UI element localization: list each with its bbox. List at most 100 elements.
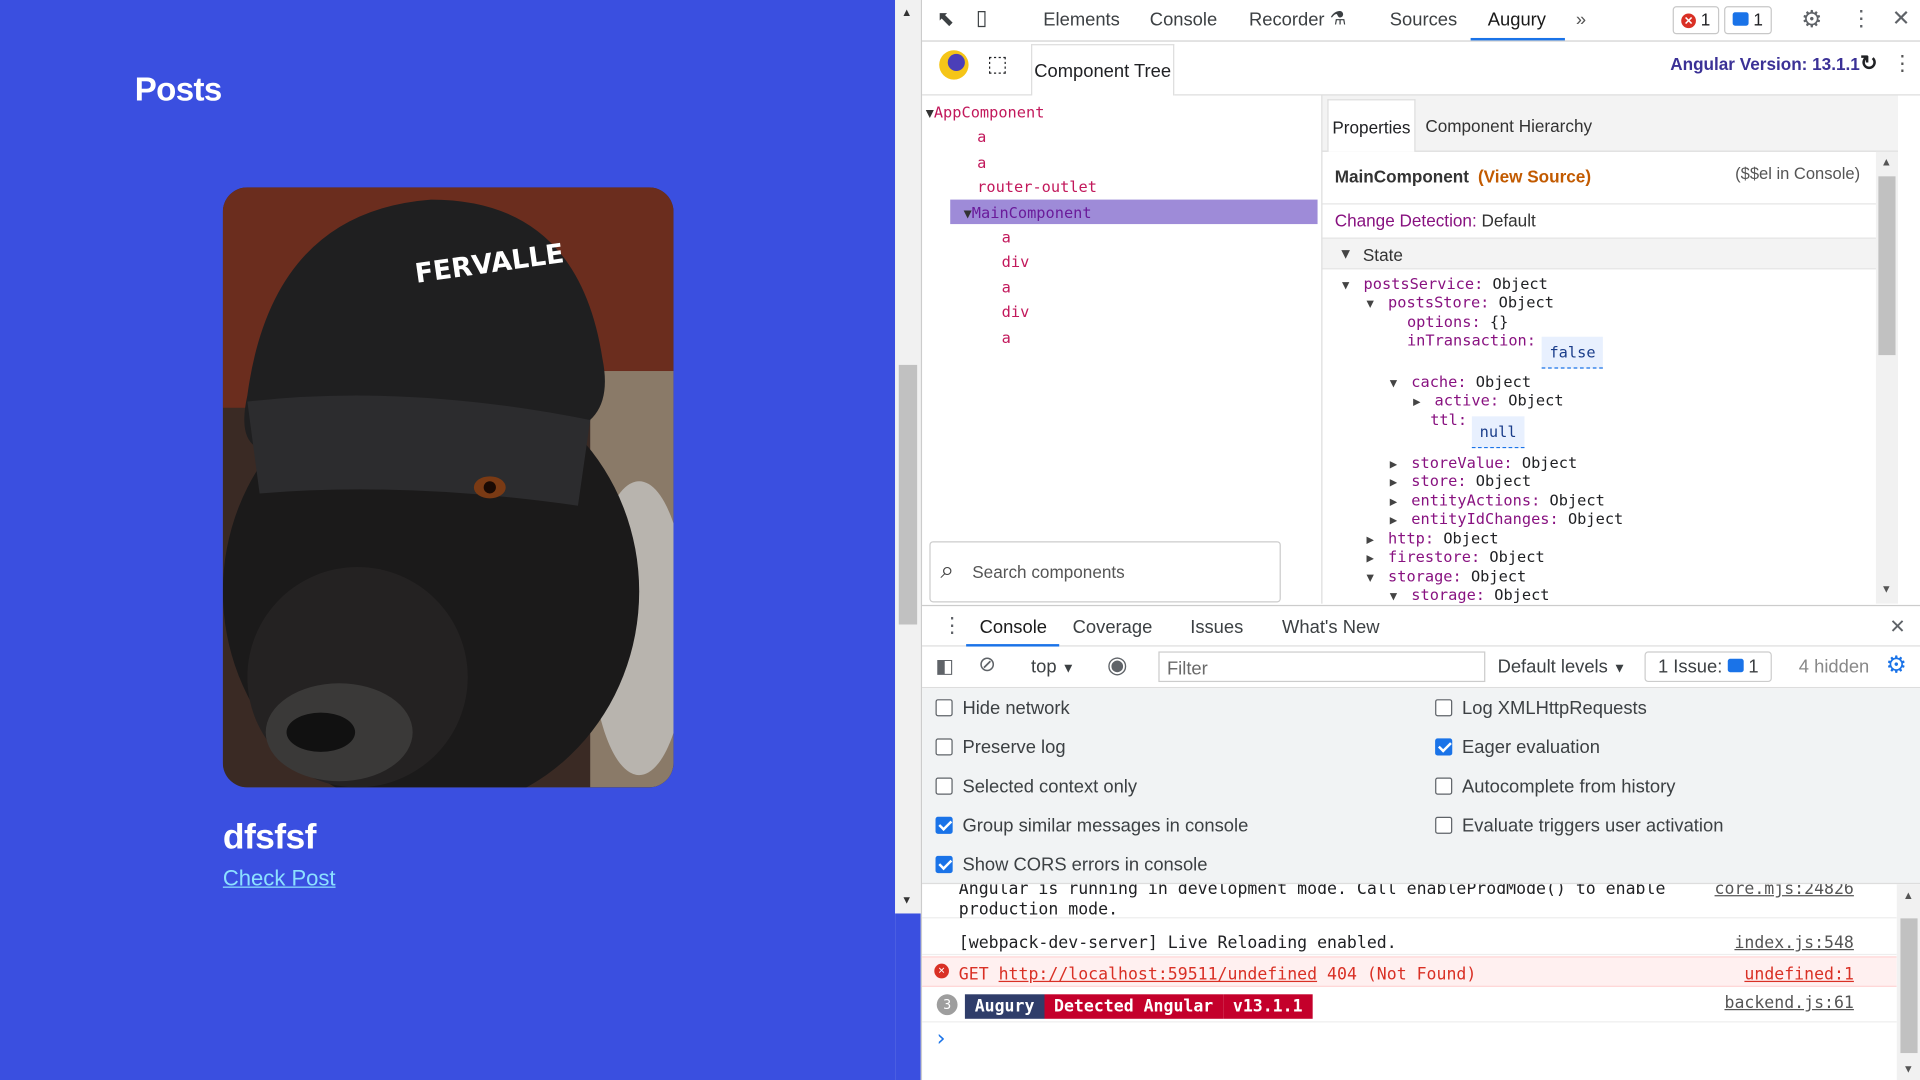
tree-node[interactable]: a — [1002, 328, 1011, 346]
sidebar-toggle-icon[interactable]: ◧ — [936, 654, 955, 678]
expanded-triangle-icon[interactable]: ▼ — [1390, 377, 1402, 390]
expand-triangle-icon[interactable]: ▼ — [926, 105, 934, 121]
expanded-triangle-icon[interactable]: ▼ — [1367, 298, 1379, 311]
state-property[interactable]: ▶ storeValue: Object — [1390, 453, 1577, 471]
editable-value[interactable]: false — [1542, 336, 1603, 369]
more-tabs-icon[interactable]: » — [1576, 10, 1586, 31]
editable-value[interactable]: null — [1472, 416, 1524, 449]
console-option[interactable]: Autocomplete from history — [1435, 776, 1675, 797]
gear-icon[interactable]: ⚙ — [1801, 6, 1822, 34]
console-option[interactable]: Show CORS errors in console — [935, 855, 1207, 876]
checkbox[interactable] — [1435, 699, 1453, 717]
scroll-up-icon[interactable]: ▲ — [901, 6, 912, 18]
tree-node[interactable]: a — [1002, 228, 1011, 246]
close-icon[interactable]: ✕ — [1892, 6, 1910, 32]
expanded-triangle-icon[interactable]: ▼ — [1342, 279, 1354, 292]
checkbox[interactable] — [1435, 777, 1453, 795]
refresh-icon[interactable]: ↻ — [1860, 51, 1877, 75]
drawer-tab-console[interactable]: Console — [980, 617, 1047, 638]
drawer-tab-issues[interactable]: Issues — [1190, 617, 1243, 638]
state-property[interactable]: ▶ entityActions: Object — [1390, 491, 1605, 509]
collapsed-triangle-icon[interactable]: ▶ — [1390, 458, 1402, 471]
page-scrollbar[interactable]: ▲ ▼ — [895, 0, 921, 914]
tree-node[interactable]: ▼AppComponent — [926, 103, 1045, 121]
select-component-icon[interactable]: ⬚ — [987, 51, 1008, 77]
console-option[interactable]: Hide network — [935, 698, 1070, 719]
checkbox[interactable] — [935, 699, 953, 717]
collapse-triangle-icon[interactable]: ▼ — [1338, 245, 1353, 262]
inspect-element-icon[interactable]: ⬉ — [937, 7, 954, 31]
issues-button[interactable]: 1 Issue: 1 — [1644, 651, 1773, 683]
filter-input[interactable]: Filter — [1158, 651, 1486, 683]
error-url-link[interactable]: http://localhost:59511/undefined — [999, 965, 1317, 985]
error-count-badge[interactable]: ✕ 1 — [1672, 6, 1719, 35]
dark-mode-moon-icon[interactable] — [939, 50, 969, 80]
scroll-down-icon[interactable]: ▼ — [1903, 1063, 1914, 1075]
check-post-link[interactable]: Check Post — [223, 866, 336, 892]
tree-node[interactable]: a — [977, 153, 986, 171]
drawer-tab-whats-new[interactable]: What's New — [1282, 617, 1379, 638]
checkbox[interactable] — [1435, 738, 1453, 756]
page-scrollbar-thumb[interactable] — [898, 364, 918, 625]
console-prompt[interactable]: › — [934, 1026, 947, 1052]
collapsed-triangle-icon[interactable]: ▶ — [1413, 396, 1425, 409]
tab-recorder[interactable]: Recorder — [1249, 10, 1325, 31]
collapsed-triangle-icon[interactable]: ▶ — [1390, 514, 1402, 527]
device-toolbar-icon[interactable]: ▯ — [976, 6, 987, 30]
state-property[interactable]: ▶ firestore: Object — [1367, 547, 1545, 565]
scroll-down-icon[interactable]: ▼ — [1881, 583, 1892, 595]
tab-properties[interactable]: Properties — [1327, 99, 1416, 152]
collapsed-triangle-icon[interactable]: ▶ — [1390, 496, 1402, 509]
state-header[interactable]: ▼ State — [1322, 237, 1876, 270]
tree-node[interactable]: router-outlet — [977, 178, 1097, 196]
tree-node[interactable]: ▼MainComponent — [964, 203, 1092, 221]
state-property[interactable]: ▶ http: Object — [1367, 529, 1499, 547]
console-option[interactable]: Eager evaluation — [1435, 737, 1600, 758]
expanded-triangle-icon[interactable]: ▼ — [1390, 590, 1402, 603]
checkbox[interactable] — [1435, 816, 1453, 834]
console-option[interactable]: Selected context only — [935, 776, 1137, 797]
console-option[interactable]: Log XMLHttpRequests — [1435, 698, 1647, 719]
state-property[interactable]: ▼ storage: Object — [1390, 585, 1550, 603]
tab-augury[interactable]: Augury — [1488, 10, 1546, 31]
console-option[interactable]: Group similar messages in console — [935, 816, 1248, 836]
checkbox[interactable] — [935, 777, 953, 795]
clear-console-icon[interactable]: ⊘ — [978, 653, 995, 677]
state-property[interactable]: inTransaction: — [1407, 331, 1536, 349]
console-scrollbar[interactable]: ▲ ▼ — [1896, 884, 1920, 1080]
message-source-link[interactable]: backend.js:61 — [1724, 993, 1853, 1013]
state-property[interactable]: ▼ cache: Object — [1390, 372, 1531, 390]
tree-node[interactable]: a — [977, 128, 986, 146]
tab-component-tree[interactable]: Component Tree — [1031, 44, 1175, 96]
scroll-up-icon[interactable]: ▲ — [1881, 156, 1892, 168]
expand-triangle-icon[interactable]: ▼ — [964, 205, 972, 221]
console-scrollbar-thumb[interactable] — [1900, 918, 1918, 1054]
console-option[interactable]: Evaluate triggers user activation — [1435, 816, 1723, 836]
collapsed-triangle-icon[interactable]: ▶ — [1367, 534, 1379, 547]
properties-scrollbar[interactable]: ▲ ▼ — [1875, 151, 1898, 604]
tree-node[interactable]: a — [1002, 278, 1011, 296]
more-options-icon[interactable]: ⋮ — [1850, 6, 1872, 32]
collapsed-triangle-icon[interactable]: ▶ — [1390, 476, 1402, 489]
state-property[interactable]: ▼ storage: Object — [1367, 567, 1527, 585]
state-property[interactable]: ttl: — [1430, 410, 1467, 428]
tab-elements[interactable]: Elements — [1043, 10, 1120, 31]
search-components-input[interactable]: Search components — [972, 562, 1124, 582]
context-select[interactable]: top ▼ — [1031, 656, 1075, 677]
tab-sources[interactable]: Sources — [1390, 10, 1457, 31]
console-option[interactable]: Preserve log — [935, 737, 1066, 758]
message-source-link[interactable]: index.js:548 — [1734, 933, 1853, 953]
view-source-link[interactable]: (View Source) — [1478, 167, 1591, 187]
search-components-box[interactable]: ⌕ Search components — [929, 541, 1281, 603]
state-property[interactable]: ▼ postsService: Object — [1342, 274, 1548, 292]
state-property[interactable]: options: {} — [1407, 312, 1508, 330]
tab-component-hierarchy[interactable]: Component Hierarchy — [1425, 116, 1592, 136]
drawer-close-icon[interactable]: ✕ — [1889, 615, 1905, 639]
augury-more-icon[interactable]: ⋮ — [1892, 51, 1913, 75]
message-count-badge[interactable]: 1 — [1724, 6, 1772, 35]
message-source-link[interactable]: undefined:1 — [1744, 965, 1853, 985]
checkbox[interactable] — [935, 738, 953, 756]
drawer-menu-icon[interactable]: ⋮ — [942, 613, 963, 637]
tree-node[interactable]: div — [1002, 253, 1030, 271]
drawer-tab-coverage[interactable]: Coverage — [1073, 617, 1153, 638]
